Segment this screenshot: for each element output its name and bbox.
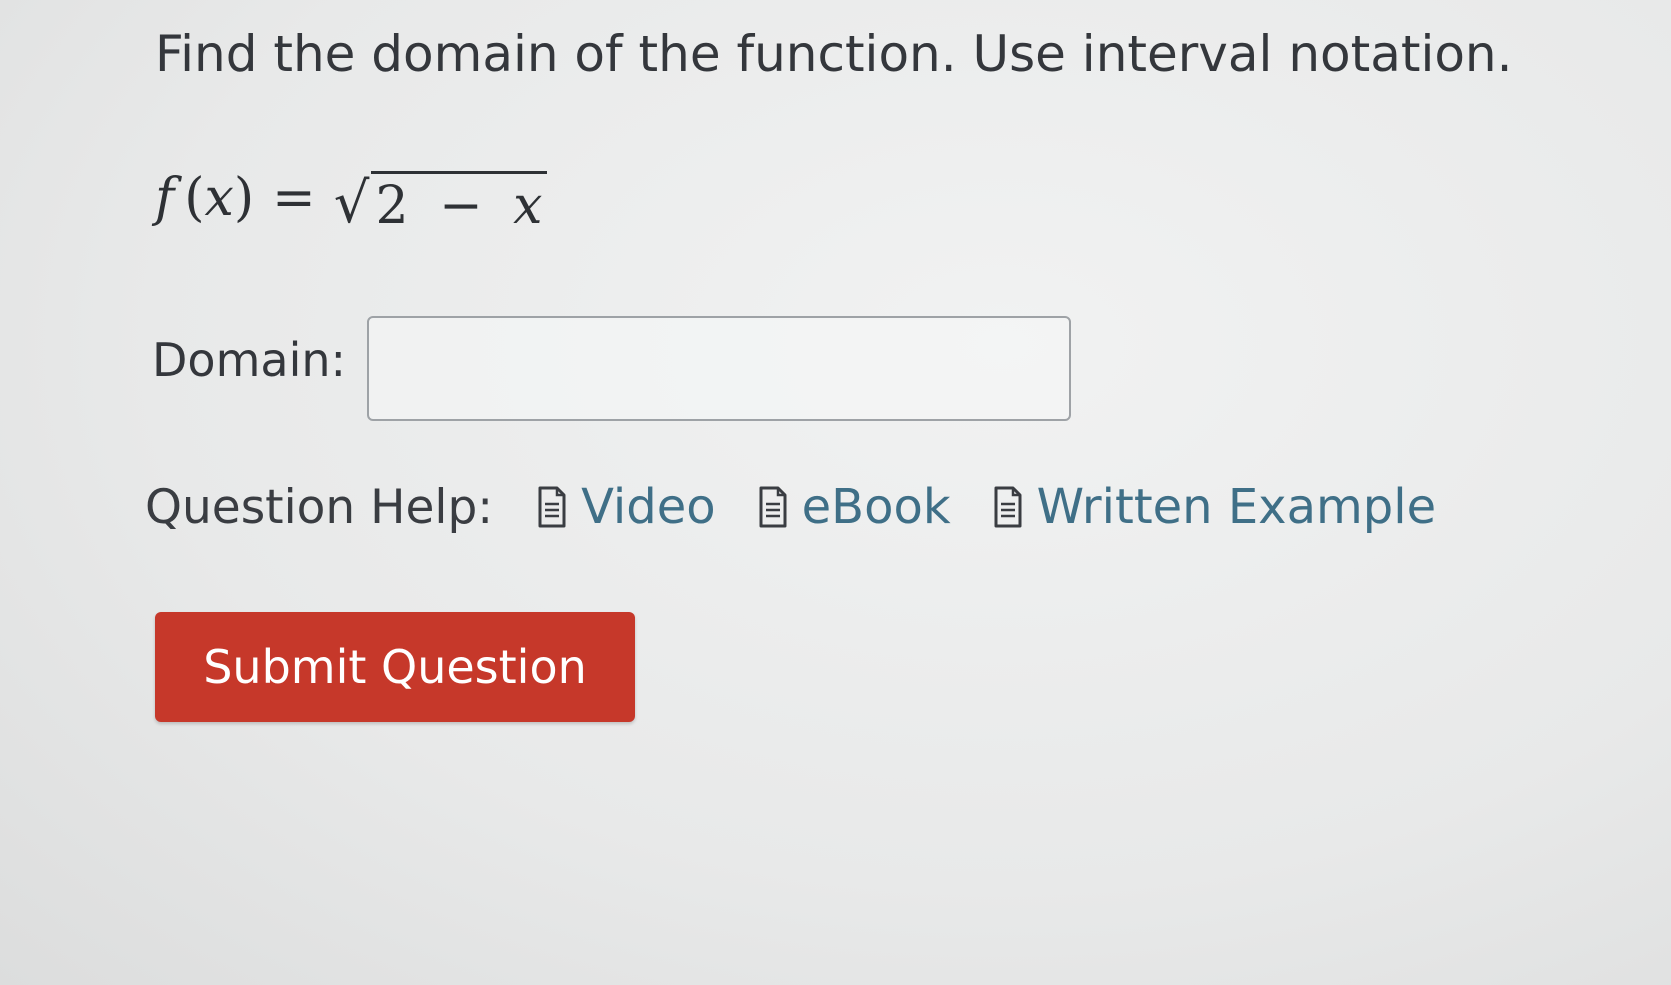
function-name: f	[155, 168, 175, 228]
question-help-label: Question Help:	[145, 479, 494, 535]
domain-label: Domain:	[152, 333, 346, 387]
formula-open-paren: (	[184, 168, 205, 228]
help-link-ebook-label: eBook	[801, 479, 951, 535]
radicand-variable: x	[513, 175, 543, 236]
help-link-video[interactable]: Video	[537, 479, 716, 535]
domain-input[interactable]	[367, 316, 1071, 421]
submit-question-button[interactable]: Submit Question	[155, 612, 635, 722]
radicand-operator: −	[439, 175, 483, 236]
square-root: √ 2 − x	[334, 161, 547, 236]
function-formula: f ( x ) = √ 2 − x	[155, 158, 547, 238]
radicand: 2 − x	[371, 170, 547, 236]
function-variable: x	[204, 168, 234, 228]
question-prompt: Find the domain of the function. Use int…	[155, 25, 1513, 83]
help-link-video-label: Video	[581, 479, 716, 535]
document-icon	[759, 486, 787, 528]
formula-close-paren: )	[233, 168, 255, 228]
root-sign: √	[333, 170, 370, 236]
help-link-written-example[interactable]: Written Example	[993, 479, 1436, 535]
document-icon	[994, 486, 1022, 528]
help-link-written-example-label: Written Example	[1036, 479, 1437, 535]
help-link-ebook[interactable]: eBook	[758, 479, 951, 535]
document-icon	[538, 486, 566, 528]
radicand-number: 2	[375, 175, 409, 236]
formula-equals: =	[272, 168, 316, 228]
question-help-row: Question Help: Video eBook Written Examp…	[145, 472, 1436, 542]
